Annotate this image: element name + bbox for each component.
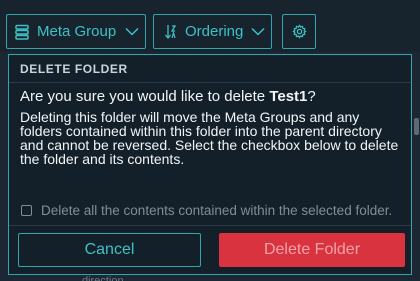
delete-contents-option[interactable]: Delete all the contents contained within… — [21, 203, 392, 218]
gear-icon — [291, 24, 307, 39]
divider — [9, 225, 411, 226]
app-stage: Meta Group Ordering DELETE FOLDER Are yo… — [0, 0, 420, 281]
sort-icon — [165, 24, 177, 39]
question-prefix: Are you sure you would like to delete — [20, 88, 270, 105]
cancel-button[interactable]: Cancel — [18, 233, 201, 267]
delete-contents-label: Delete all the contents contained within… — [41, 203, 393, 218]
meta-group-label: Meta Group — [37, 23, 117, 40]
delete-contents-checkbox[interactable] — [21, 205, 32, 216]
background-text: direction — [82, 275, 124, 281]
background-panel-edge — [412, 52, 420, 281]
meta-group-dropdown[interactable]: Meta Group — [6, 14, 146, 49]
toolbar: Meta Group Ordering — [0, 0, 420, 52]
settings-button[interactable] — [282, 14, 316, 49]
dialog-title: DELETE FOLDER — [20, 62, 128, 76]
stack-icon — [15, 24, 29, 40]
ordering-label: Ordering — [185, 23, 244, 40]
delete-folder-button[interactable]: Delete Folder — [219, 233, 405, 267]
dialog-body-text: Deleting this folder will move the Meta … — [20, 109, 399, 167]
scrollbar-thumb[interactable] — [414, 118, 419, 135]
ordering-dropdown[interactable]: Ordering — [153, 14, 272, 49]
divider — [9, 82, 411, 83]
chevron-down-icon — [251, 27, 265, 36]
folder-name: Test1 — [269, 88, 308, 105]
question-suffix: ? — [307, 88, 316, 105]
delete-folder-dialog: DELETE FOLDER Are you sure you would lik… — [8, 54, 412, 275]
chevron-down-icon — [125, 27, 139, 36]
confirm-question: Are you sure you would like to delete Te… — [20, 88, 316, 105]
